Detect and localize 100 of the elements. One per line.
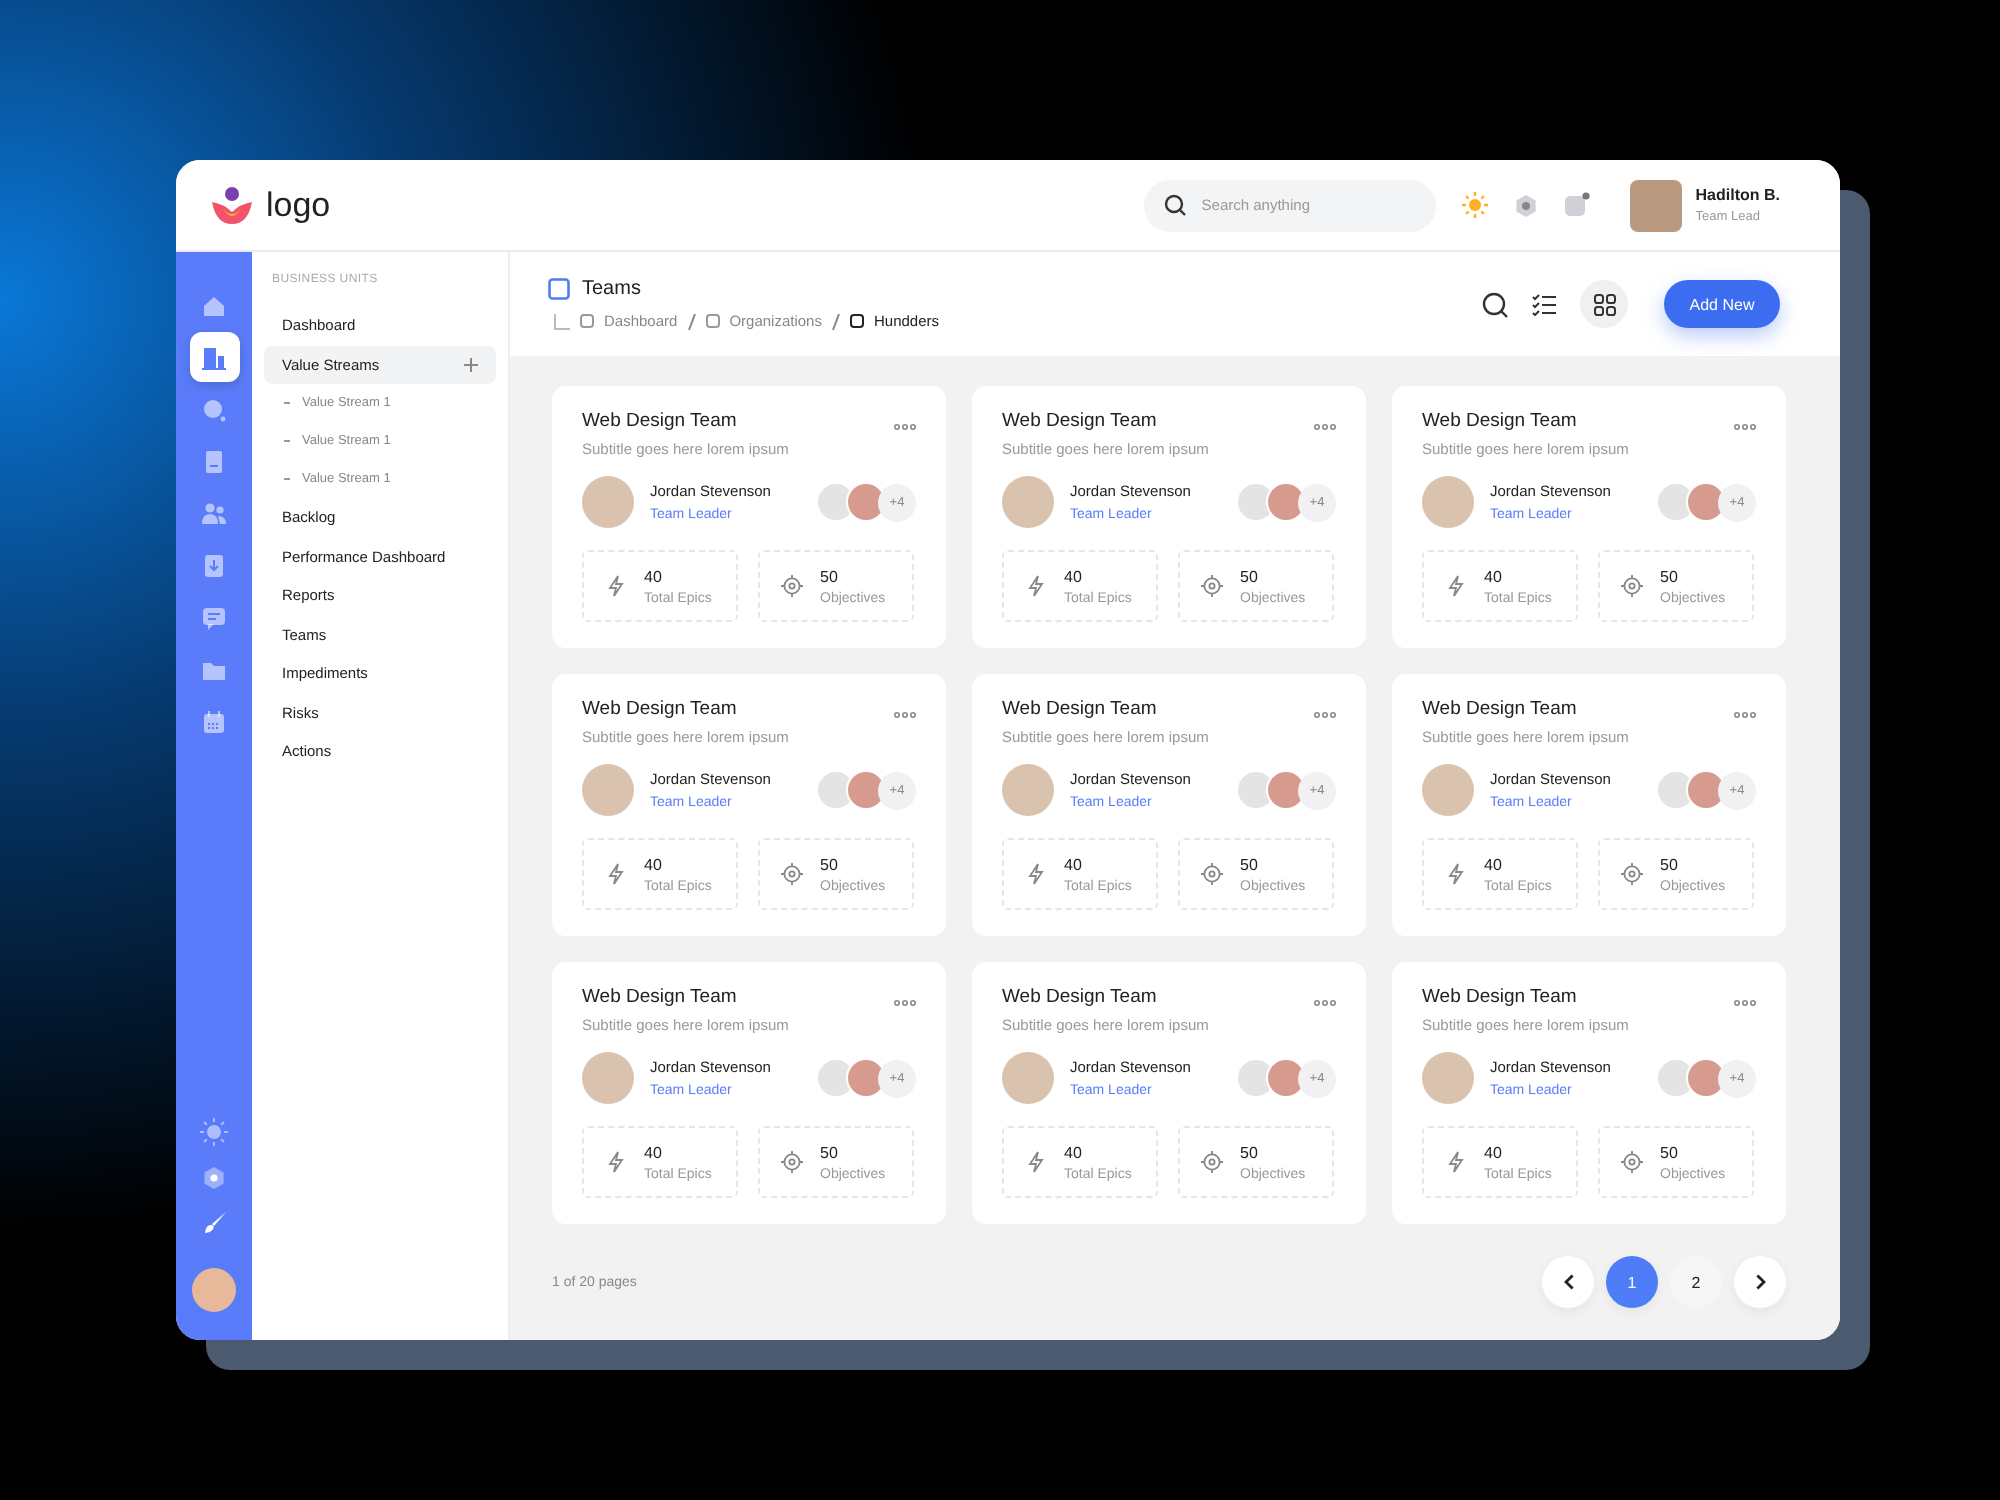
card-title: Web Design Team: [582, 410, 739, 432]
stat-value: 40: [644, 855, 664, 873]
settings-icon[interactable]: [1513, 193, 1538, 217]
leader-avatar: [1002, 764, 1054, 816]
document-icon: [200, 447, 228, 475]
grid-icon: [1593, 293, 1615, 315]
add-new-button[interactable]: Add New: [1664, 280, 1780, 328]
stat-value: 40: [644, 567, 664, 585]
square-icon: [849, 314, 864, 328]
next-page-button[interactable]: [1734, 1256, 1786, 1308]
target-icon: [1620, 862, 1644, 886]
more-options-icon[interactable]: [1734, 424, 1756, 430]
bolt-icon: [1024, 862, 1048, 886]
sun-icon[interactable]: [1461, 192, 1488, 218]
grid-view-button[interactable]: [1580, 280, 1628, 328]
more-options-icon[interactable]: [894, 1000, 916, 1006]
more-options-icon[interactable]: [1314, 712, 1336, 718]
leader-avatar: [1422, 476, 1474, 528]
brush-icon[interactable]: [201, 1210, 227, 1236]
member-avatar: [1236, 482, 1276, 522]
chevron-right-icon: [1755, 1274, 1765, 1290]
target-icon: [1200, 1150, 1224, 1174]
stat-value: 40: [644, 1143, 664, 1161]
page-number-button[interactable]: 1: [1606, 1256, 1658, 1308]
card-title: Web Design Team: [1002, 986, 1159, 1008]
previous-page-button[interactable]: [1542, 1256, 1594, 1308]
card-title: Web Design Team: [582, 986, 739, 1008]
member-avatar: [1236, 1058, 1276, 1098]
target-icon: [780, 862, 804, 886]
user-name: Hadilton B.: [1695, 186, 1780, 204]
bolt-icon: [1444, 1150, 1468, 1174]
target-icon: [780, 574, 804, 598]
card-title: Web Design Team: [1422, 986, 1579, 1008]
corner-line-icon: [554, 313, 570, 329]
checklist-icon[interactable]: [1532, 293, 1556, 315]
stat-value: 50: [1240, 567, 1260, 585]
page-title: Teams: [582, 278, 641, 300]
home-icon: [200, 291, 228, 319]
leader-avatar: [582, 764, 634, 816]
building-icon: [200, 343, 228, 371]
leader-avatar: [1002, 476, 1054, 528]
bolt-icon: [1024, 1150, 1048, 1174]
target-icon: [1200, 862, 1224, 886]
stat-value: 50: [1660, 855, 1680, 873]
page-number-button[interactable]: 2: [1670, 1256, 1722, 1308]
bolt-icon: [604, 1150, 628, 1174]
notification-icon[interactable]: [1563, 192, 1590, 218]
stat-value: 50: [1660, 567, 1680, 585]
stat-value: 40: [1484, 855, 1504, 873]
bolt-icon: [604, 862, 628, 886]
more-options-icon[interactable]: [894, 424, 916, 430]
stat-value: 40: [1484, 1143, 1504, 1161]
logo-icon: [210, 185, 254, 225]
stat-value: 40: [1484, 567, 1504, 585]
card-title: Web Design Team: [1422, 410, 1579, 432]
checkbox-icon: [548, 278, 570, 300]
plus-icon[interactable]: [464, 357, 478, 372]
card-title: Web Design Team: [1002, 698, 1159, 720]
leader-avatar: [1422, 1052, 1474, 1104]
stat-value: 50: [820, 855, 840, 873]
square-icon: [705, 314, 720, 328]
slash-icon: [831, 313, 840, 329]
target-icon: [1620, 574, 1644, 598]
card-title: Web Design Team: [1002, 410, 1159, 432]
more-options-icon[interactable]: [1734, 1000, 1756, 1006]
hexagon-icon[interactable]: [202, 1166, 226, 1190]
stat-value: 40: [1064, 855, 1084, 873]
more-options-icon[interactable]: [1314, 424, 1336, 430]
user-photo[interactable]: [1629, 179, 1682, 231]
target-icon: [1200, 574, 1224, 598]
chevron-left-icon: [1563, 1274, 1573, 1290]
stat-value: 50: [820, 1143, 840, 1161]
leader-avatar: [1002, 1052, 1054, 1104]
more-options-icon[interactable]: [894, 712, 916, 718]
sidebar-icon-button[interactable]: [189, 332, 239, 382]
card-title: Web Design Team: [582, 698, 739, 720]
card-title: Web Design Team: [1422, 698, 1579, 720]
download-icon: [200, 551, 228, 579]
logo-text: logo: [266, 185, 331, 225]
member-avatar: [1236, 770, 1276, 810]
leader-avatar: [582, 476, 634, 528]
bolt-icon: [1024, 574, 1048, 598]
slash-icon: [687, 313, 696, 329]
leader-avatar: [1422, 764, 1474, 816]
chat-icon: [200, 603, 228, 631]
square-icon: [580, 314, 594, 328]
avatar[interactable]: [192, 1268, 236, 1312]
stat-value: 50: [1660, 1143, 1680, 1161]
stat-value: 50: [1240, 1143, 1260, 1161]
leader-avatar: [582, 1052, 634, 1104]
calendar-icon: [200, 707, 228, 735]
stat-value: 50: [820, 567, 840, 585]
stat-value: 50: [1240, 855, 1260, 873]
target-icon: [780, 1150, 804, 1174]
stat-value: 40: [1064, 567, 1084, 585]
more-options-icon[interactable]: [1734, 712, 1756, 718]
more-options-icon[interactable]: [1314, 1000, 1336, 1006]
bolt-icon: [1444, 862, 1468, 886]
bolt-icon: [604, 574, 628, 598]
bolt-icon: [1444, 574, 1468, 598]
